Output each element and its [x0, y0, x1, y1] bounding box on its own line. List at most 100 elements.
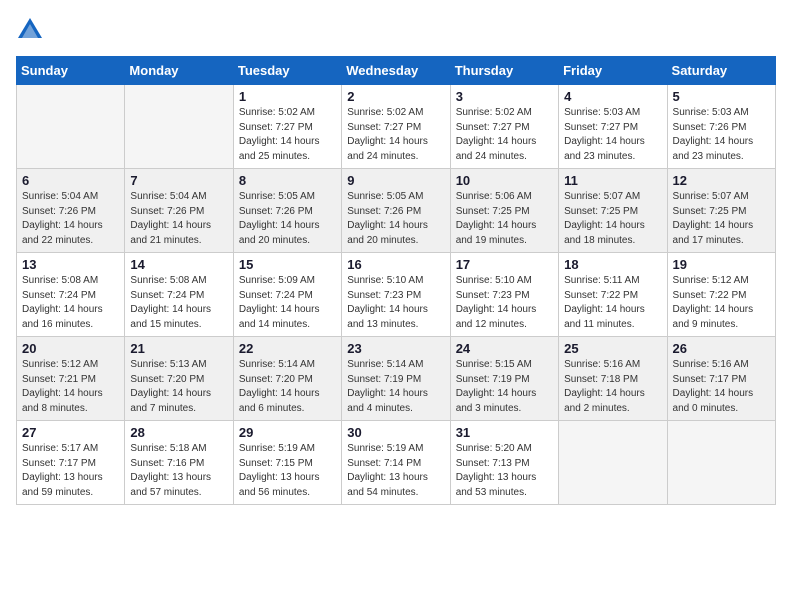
day-info: Sunrise: 5:18 AM Sunset: 7:16 PM Dayligh… [130, 442, 227, 500]
day-info: Sunrise: 5:02 AM Sunset: 7:27 PM Dayligh… [456, 106, 553, 164]
calendar-week-row: 20 Sunrise: 5:12 AM Sunset: 7:21 PM Dayli… [17, 337, 776, 421]
weekday-header-row: SundayMondayTuesdayWednesdayThursdayFrid… [17, 57, 776, 85]
day-info: Sunrise: 5:09 AM Sunset: 7:24 PM Dayligh… [239, 274, 336, 332]
day-number: 12 [673, 173, 770, 188]
day-number: 31 [456, 425, 553, 440]
calendar-cell: 2 Sunrise: 5:02 AM Sunset: 7:27 PM Daylig… [342, 85, 450, 169]
day-number: 21 [130, 341, 227, 356]
day-number: 17 [456, 257, 553, 272]
day-info: Sunrise: 5:12 AM Sunset: 7:22 PM Dayligh… [673, 274, 770, 332]
day-info: Sunrise: 5:10 AM Sunset: 7:23 PM Dayligh… [456, 274, 553, 332]
weekday-header-friday: Friday [559, 57, 667, 85]
day-number: 14 [130, 257, 227, 272]
calendar-cell: 10 Sunrise: 5:06 AM Sunset: 7:25 PM Dayli… [450, 169, 558, 253]
calendar-cell: 15 Sunrise: 5:09 AM Sunset: 7:24 PM Dayli… [233, 253, 341, 337]
calendar-cell: 6 Sunrise: 5:04 AM Sunset: 7:26 PM Daylig… [17, 169, 125, 253]
calendar-cell: 1 Sunrise: 5:02 AM Sunset: 7:27 PM Daylig… [233, 85, 341, 169]
day-info: Sunrise: 5:03 AM Sunset: 7:27 PM Dayligh… [564, 106, 661, 164]
page-header [16, 16, 776, 44]
day-info: Sunrise: 5:04 AM Sunset: 7:26 PM Dayligh… [130, 190, 227, 248]
calendar-cell: 23Sunrise: 5:14 AM Sunset: 7:19 PM Dayli… [342, 337, 450, 421]
calendar-cell: 17 Sunrise: 5:10 AM Sunset: 7:23 PM Dayli… [450, 253, 558, 337]
weekday-header-sunday: Sunday [17, 57, 125, 85]
day-info: Sunrise: 5:19 AM Sunset: 7:14 PM Dayligh… [347, 442, 444, 500]
day-info: Sunrise: 5:11 AM Sunset: 7:22 PM Dayligh… [564, 274, 661, 332]
day-info: Sunrise: 5:20 AM Sunset: 7:13 PM Dayligh… [456, 442, 553, 500]
day-number: 11 [564, 173, 661, 188]
calendar-cell: 31 Sunrise: 5:20 AM Sunset: 7:13 PM Dayli… [450, 421, 558, 505]
calendar-cell: 3 Sunrise: 5:02 AM Sunset: 7:27 PM Daylig… [450, 85, 558, 169]
day-info: Sunrise: 5:08 AM Sunset: 7:24 PM Dayligh… [22, 274, 119, 332]
calendar-cell: 8 Sunrise: 5:05 AM Sunset: 7:26 PM Daylig… [233, 169, 341, 253]
day-info: Sunrise: 5:05 AM Sunset: 7:26 PM Dayligh… [239, 190, 336, 248]
calendar-cell [125, 85, 233, 169]
day-number: 29 [239, 425, 336, 440]
calendar-cell: 24 Sunrise: 5:15 AM Sunset: 7:19 PM Dayli… [450, 337, 558, 421]
day-number: 19 [673, 257, 770, 272]
day-info: Sunrise: 5:02 AM Sunset: 7:27 PM Dayligh… [239, 106, 336, 164]
day-number: 1 [239, 89, 336, 104]
day-number: 9 [347, 173, 444, 188]
day-number: 13 [22, 257, 119, 272]
calendar-cell: 18 Sunrise: 5:11 AM Sunset: 7:22 PM Dayli… [559, 253, 667, 337]
calendar-cell: 4Sunrise: 5:03 AM Sunset: 7:27 PM Daylig… [559, 85, 667, 169]
calendar-cell [667, 421, 775, 505]
day-number: 6 [22, 173, 119, 188]
day-info: Sunrise: 5:16 AM Sunset: 7:17 PM Dayligh… [673, 358, 770, 416]
logo [16, 16, 48, 44]
day-number: 26 [673, 341, 770, 356]
calendar-cell: 9 Sunrise: 5:05 AM Sunset: 7:26 PM Daylig… [342, 169, 450, 253]
calendar-cell: 12Sunrise: 5:07 AM Sunset: 7:25 PM Dayli… [667, 169, 775, 253]
day-number: 2 [347, 89, 444, 104]
calendar-cell: 5Sunrise: 5:03 AM Sunset: 7:26 PM Daylig… [667, 85, 775, 169]
day-number: 20 [22, 341, 119, 356]
calendar-table: SundayMondayTuesdayWednesdayThursdayFrid… [16, 56, 776, 505]
day-info: Sunrise: 5:14 AM Sunset: 7:20 PM Dayligh… [239, 358, 336, 416]
day-info: Sunrise: 5:17 AM Sunset: 7:17 PM Dayligh… [22, 442, 119, 500]
day-number: 8 [239, 173, 336, 188]
calendar-cell [559, 421, 667, 505]
day-info: Sunrise: 5:05 AM Sunset: 7:26 PM Dayligh… [347, 190, 444, 248]
day-info: Sunrise: 5:07 AM Sunset: 7:25 PM Dayligh… [564, 190, 661, 248]
day-number: 7 [130, 173, 227, 188]
calendar-cell: 11 Sunrise: 5:07 AM Sunset: 7:25 PM Dayli… [559, 169, 667, 253]
day-info: Sunrise: 5:15 AM Sunset: 7:19 PM Dayligh… [456, 358, 553, 416]
weekday-header-wednesday: Wednesday [342, 57, 450, 85]
day-info: Sunrise: 5:10 AM Sunset: 7:23 PM Dayligh… [347, 274, 444, 332]
day-number: 18 [564, 257, 661, 272]
weekday-header-saturday: Saturday [667, 57, 775, 85]
day-number: 30 [347, 425, 444, 440]
calendar-cell: 7 Sunrise: 5:04 AM Sunset: 7:26 PM Daylig… [125, 169, 233, 253]
calendar-week-row: 13 Sunrise: 5:08 AM Sunset: 7:24 PM Dayli… [17, 253, 776, 337]
day-number: 15 [239, 257, 336, 272]
day-number: 22 [239, 341, 336, 356]
calendar-cell: 14Sunrise: 5:08 AM Sunset: 7:24 PM Dayli… [125, 253, 233, 337]
day-info: Sunrise: 5:06 AM Sunset: 7:25 PM Dayligh… [456, 190, 553, 248]
calendar-week-row: 6 Sunrise: 5:04 AM Sunset: 7:26 PM Daylig… [17, 169, 776, 253]
calendar-cell: 26 Sunrise: 5:16 AM Sunset: 7:17 PM Dayli… [667, 337, 775, 421]
weekday-header-tuesday: Tuesday [233, 57, 341, 85]
calendar-cell: 22 Sunrise: 5:14 AM Sunset: 7:20 PM Dayli… [233, 337, 341, 421]
calendar-cell: 27 Sunrise: 5:17 AM Sunset: 7:17 PM Dayli… [17, 421, 125, 505]
day-info: Sunrise: 5:12 AM Sunset: 7:21 PM Dayligh… [22, 358, 119, 416]
calendar-cell: 16 Sunrise: 5:10 AM Sunset: 7:23 PM Dayli… [342, 253, 450, 337]
logo-icon [16, 16, 44, 44]
day-number: 3 [456, 89, 553, 104]
day-info: Sunrise: 5:04 AM Sunset: 7:26 PM Dayligh… [22, 190, 119, 248]
day-number: 16 [347, 257, 444, 272]
day-number: 25 [564, 341, 661, 356]
calendar-cell: 25Sunrise: 5:16 AM Sunset: 7:18 PM Dayli… [559, 337, 667, 421]
calendar-week-row: 1 Sunrise: 5:02 AM Sunset: 7:27 PM Daylig… [17, 85, 776, 169]
calendar-cell: 19 Sunrise: 5:12 AM Sunset: 7:22 PM Dayli… [667, 253, 775, 337]
day-number: 28 [130, 425, 227, 440]
day-number: 5 [673, 89, 770, 104]
day-number: 10 [456, 173, 553, 188]
day-info: Sunrise: 5:14 AM Sunset: 7:19 PM Dayligh… [347, 358, 444, 416]
calendar-cell: 30 Sunrise: 5:19 AM Sunset: 7:14 PM Dayli… [342, 421, 450, 505]
day-info: Sunrise: 5:19 AM Sunset: 7:15 PM Dayligh… [239, 442, 336, 500]
day-info: Sunrise: 5:13 AM Sunset: 7:20 PM Dayligh… [130, 358, 227, 416]
weekday-header-monday: Monday [125, 57, 233, 85]
day-number: 24 [456, 341, 553, 356]
day-info: Sunrise: 5:02 AM Sunset: 7:27 PM Dayligh… [347, 106, 444, 164]
day-number: 27 [22, 425, 119, 440]
